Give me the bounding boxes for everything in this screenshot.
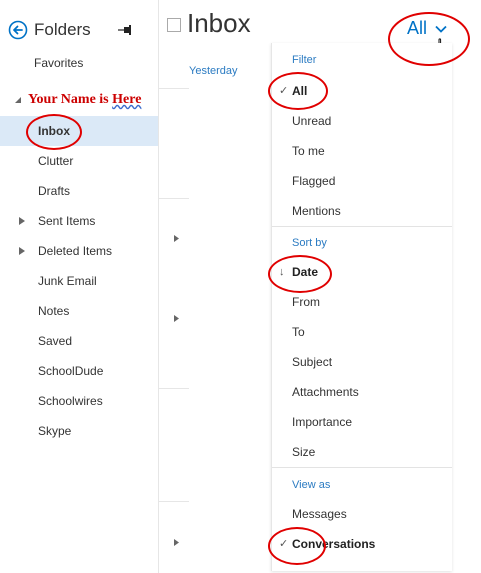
annotation-circle: [268, 72, 328, 110]
back-arrow-icon[interactable]: [8, 20, 28, 40]
menu-item-label: To me: [292, 144, 325, 158]
menu-item-attachments[interactable]: Attachments: [292, 381, 447, 403]
menu-item-importance[interactable]: Importance: [292, 411, 447, 433]
triangle-right-icon[interactable]: [19, 217, 25, 225]
menu-item-size[interactable]: Size: [292, 441, 447, 463]
menu-section-divider: [272, 226, 452, 227]
folder-label: Drafts: [38, 184, 71, 198]
account-name-text: Your Name is: [28, 92, 113, 107]
folder-item-sent-items[interactable]: Sent Items: [0, 206, 158, 236]
menu-item-label: Subject: [292, 355, 333, 369]
triangle-right-icon[interactable]: [19, 247, 25, 255]
folders-header: Folders: [8, 17, 91, 43]
menu-item-from[interactable]: From: [292, 291, 447, 313]
menu-item-label: Importance: [292, 415, 353, 429]
outlook-window: Folders Favorites Your Name is Here Inbo…: [0, 0, 481, 573]
menu-item-label: Messages: [292, 507, 347, 521]
triangle-right-icon[interactable]: [174, 315, 179, 322]
date-group-header: Yesterday: [189, 65, 238, 77]
filter-dropdown-menu: Filter ✓ All Unread To me Flagged Mentions Sort…: [271, 43, 452, 571]
menu-item-label: Mentions: [292, 204, 341, 218]
menu-item-subject[interactable]: Subject: [292, 351, 447, 373]
account-name-squiggle: Here: [112, 92, 142, 107]
folder-item-clutter[interactable]: Clutter: [0, 146, 158, 176]
annotation-circle: [268, 255, 332, 293]
folder-label: Saved: [38, 334, 73, 348]
menu-item-label: Attachments: [292, 385, 359, 399]
folders-pane: Folders Favorites Your Name is Here Inbo…: [0, 0, 159, 573]
folder-item-schoolwires[interactable]: Schoolwires: [0, 386, 158, 416]
triangle-right-icon[interactable]: [174, 539, 179, 546]
folder-list: Inbox Clutter Drafts Sent Items Deleted Item…: [0, 116, 158, 446]
folder-label: Schoolwires: [38, 394, 103, 408]
menu-item-flagged[interactable]: Flagged: [292, 170, 447, 192]
select-all-checkbox[interactable]: [167, 18, 181, 32]
menu-item-label: Size: [292, 445, 316, 459]
folder-item-junk-email[interactable]: Junk Email: [0, 266, 158, 296]
folder-item-drafts[interactable]: Drafts: [0, 176, 158, 206]
menu-section-header-filter: Filter: [292, 54, 317, 66]
menu-item-to-me[interactable]: To me: [292, 140, 447, 162]
pin-icon[interactable]: [118, 25, 132, 35]
annotation-circle: [26, 114, 82, 150]
list-divider: [159, 198, 189, 199]
triangle-down-icon[interactable]: [14, 96, 22, 104]
list-divider: [159, 501, 189, 502]
folder-label: Deleted Items: [38, 244, 113, 258]
account-name: Your Name is Here: [28, 92, 141, 108]
triangle-right-icon[interactable]: [174, 235, 179, 242]
folder-label: Clutter: [38, 154, 74, 168]
folder-item-saved[interactable]: Saved: [0, 326, 158, 356]
folder-item-notes[interactable]: Notes: [0, 296, 158, 326]
list-divider: [159, 88, 189, 89]
list-divider: [159, 388, 189, 389]
account-node[interactable]: Your Name is Here: [14, 92, 141, 108]
folder-item-schooldude[interactable]: SchoolDude: [0, 356, 158, 386]
menu-item-mentions[interactable]: Mentions: [292, 200, 447, 222]
menu-item-label: Unread: [292, 114, 332, 128]
menu-item-messages[interactable]: Messages: [292, 503, 447, 525]
menu-item-label: From: [292, 295, 320, 309]
folders-title: Folders: [34, 20, 91, 39]
menu-item-to[interactable]: To: [292, 321, 447, 343]
folder-item-deleted-items[interactable]: Deleted Items: [0, 236, 158, 266]
menu-section-divider: [272, 467, 452, 468]
menu-section-header-sort-by: Sort by: [292, 237, 327, 249]
folder-label: Skype: [38, 424, 72, 438]
page-title: Inbox: [187, 8, 251, 38]
folder-label: Junk Email: [38, 274, 97, 288]
folder-label: Sent Items: [38, 214, 96, 228]
menu-item-label: To: [292, 325, 305, 339]
menu-item-unread[interactable]: Unread: [292, 110, 447, 132]
menu-section-header-view-as: View as: [292, 479, 331, 491]
annotation-circle: [268, 527, 326, 565]
folder-item-skype[interactable]: Skype: [0, 416, 158, 446]
annotation-circle: [388, 12, 470, 66]
menu-item-label: Flagged: [292, 174, 336, 188]
folder-label: SchoolDude: [38, 364, 104, 378]
folder-label: Notes: [38, 304, 70, 318]
favorites-link[interactable]: Favorites: [34, 56, 83, 70]
